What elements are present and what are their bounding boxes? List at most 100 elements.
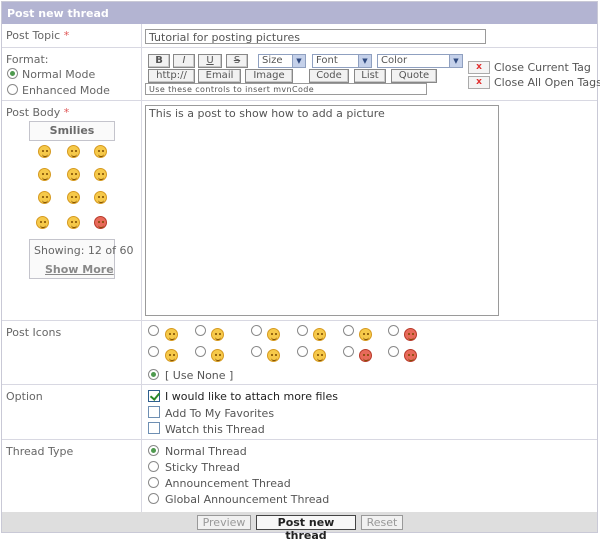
form-header: Post new thread [2,2,597,24]
happy-icon [313,328,326,341]
preview-button[interactable]: Preview [197,515,251,530]
show-more-link[interactable]: Show More [45,263,114,276]
sad-icon [211,328,224,341]
post-icon-radio[interactable] [343,325,354,336]
post-icon-radio[interactable] [343,346,354,357]
smilies-title: Smilies [29,121,115,141]
tongue-icon[interactable] [67,191,80,204]
sign-icon[interactable] [36,216,49,229]
format-label-cell: Format: Normal Mode Enhanced Mode [2,48,142,100]
close-all-tags-button[interactable]: x [468,76,490,89]
body-textarea[interactable]: This is a post to show how to add a pict… [145,105,499,316]
use-none-radio[interactable] [148,369,159,380]
strike-button[interactable]: S [226,54,248,68]
format-row: Format: Normal Mode Enhanced Mode B I U … [2,48,600,101]
topic-label: Post Topic * [2,24,142,47]
grin-icon [267,328,280,341]
post-icon-radio[interactable] [195,325,206,336]
chevron-down-icon: ▼ [449,55,462,67]
post-form: Post new thread Post Topic * Tutorial fo… [1,1,600,542]
color-select[interactable]: Color ▼ [377,54,463,68]
sticky-thread-label: Sticky Thread [165,461,240,474]
happy-icon[interactable] [94,168,107,181]
normal-mode-label: Normal Mode [22,68,96,81]
glasses-icon [359,328,372,341]
global-announcement-label: Global Announcement Thread [165,493,330,506]
smile-icon [165,328,178,341]
post-new-thread-button[interactable]: Post new thread [256,515,356,542]
body-row: Post Body * Smilies Showing: 12 of 60 Sh… [2,101,597,321]
use-none-label: [ Use None ] [165,369,234,382]
tongue-icon [267,349,280,362]
smilies-pager: Showing: 12 of 60 Show More [29,239,133,279]
enhanced-mode-label: Enhanced Mode [22,84,110,97]
post-icon-radio[interactable] [148,325,159,336]
smile-icon[interactable] [38,145,51,158]
code-button[interactable]: Code [309,69,349,83]
party-icon [404,328,417,341]
chevron-down-icon: ▼ [358,55,371,67]
thread-type-label: Thread Type [2,440,142,512]
required-mark: * [63,29,70,42]
watch-thread-checkbox[interactable] [148,422,160,434]
post-icons-label: Post Icons [2,321,142,384]
devil-icon [404,349,417,362]
email-button[interactable]: Email [198,69,241,83]
grin-icon[interactable] [94,145,107,158]
enhanced-mode-radio[interactable] [7,84,18,95]
post-icon-radio[interactable] [297,325,308,336]
normal-mode-radio[interactable] [7,68,18,79]
glasses-icon[interactable] [94,191,107,204]
italic-button[interactable]: I [173,54,195,68]
attach-files-checkbox[interactable] [148,390,160,402]
hint-field: Use these controls to insert mvnCode [145,83,427,95]
sad-icon[interactable] [67,145,80,158]
surprised-icon[interactable] [67,168,80,181]
sticky-thread-radio[interactable] [148,461,159,472]
thread-type-row: Thread Type Normal Thread Sticky Thread … [2,440,597,512]
topic-input[interactable]: Tutorial for posting pictures [145,29,486,44]
option-row: Option I would like to attach more files… [2,385,597,440]
post-icon-radio[interactable] [388,346,399,357]
reset-button[interactable]: Reset [361,515,403,530]
topic-row: Post Topic * Tutorial for posting pictur… [2,24,597,48]
chevron-down-icon: ▼ [292,55,305,67]
post-icon-radio[interactable] [148,346,159,357]
http-button[interactable]: http:// [148,69,195,83]
quote-button[interactable]: Quote [391,69,437,83]
close-all-tags-label: Close All Open Tags [494,76,600,89]
wink-icon [165,349,178,362]
announcement-thread-radio[interactable] [148,477,159,488]
close-current-tag-label: Close Current Tag [494,61,591,74]
angry-icon[interactable] [38,191,51,204]
form-footer: Preview Post new thread Reset [2,512,597,542]
list-button[interactable]: List [354,69,386,83]
post-icon-radio[interactable] [297,346,308,357]
close-current-tag-button[interactable]: x [468,61,490,74]
add-favorites-label: Add To My Favorites [165,407,275,420]
laugh-icon[interactable] [38,168,51,181]
option-label: Option [2,385,142,439]
smilies-count: Showing: 12 of 60 [34,244,134,257]
devil-icon[interactable] [94,216,107,229]
laugh-icon [313,349,326,362]
wink-icon[interactable] [67,216,80,229]
post-icon-radio[interactable] [251,346,262,357]
image-button[interactable]: Image [245,69,293,83]
bold-button[interactable]: B [148,54,170,68]
global-announcement-radio[interactable] [148,493,159,504]
attach-files-label: I would like to attach more files [165,390,338,403]
angry-icon [359,349,372,362]
post-icon-radio[interactable] [195,346,206,357]
underline-button[interactable]: U [198,54,222,68]
form-title: Post new thread [7,7,109,20]
post-icon-radio[interactable] [388,325,399,336]
body-label-cell: Post Body * Smilies Showing: 12 of 60 Sh… [2,101,142,320]
normal-thread-label: Normal Thread [165,445,247,458]
normal-thread-radio[interactable] [148,445,159,456]
size-select[interactable]: Size ▼ [258,54,306,68]
add-favorites-checkbox[interactable] [148,406,160,418]
post-icon-radio[interactable] [251,325,262,336]
font-select[interactable]: Font ▼ [312,54,372,68]
required-mark: * [63,106,70,119]
